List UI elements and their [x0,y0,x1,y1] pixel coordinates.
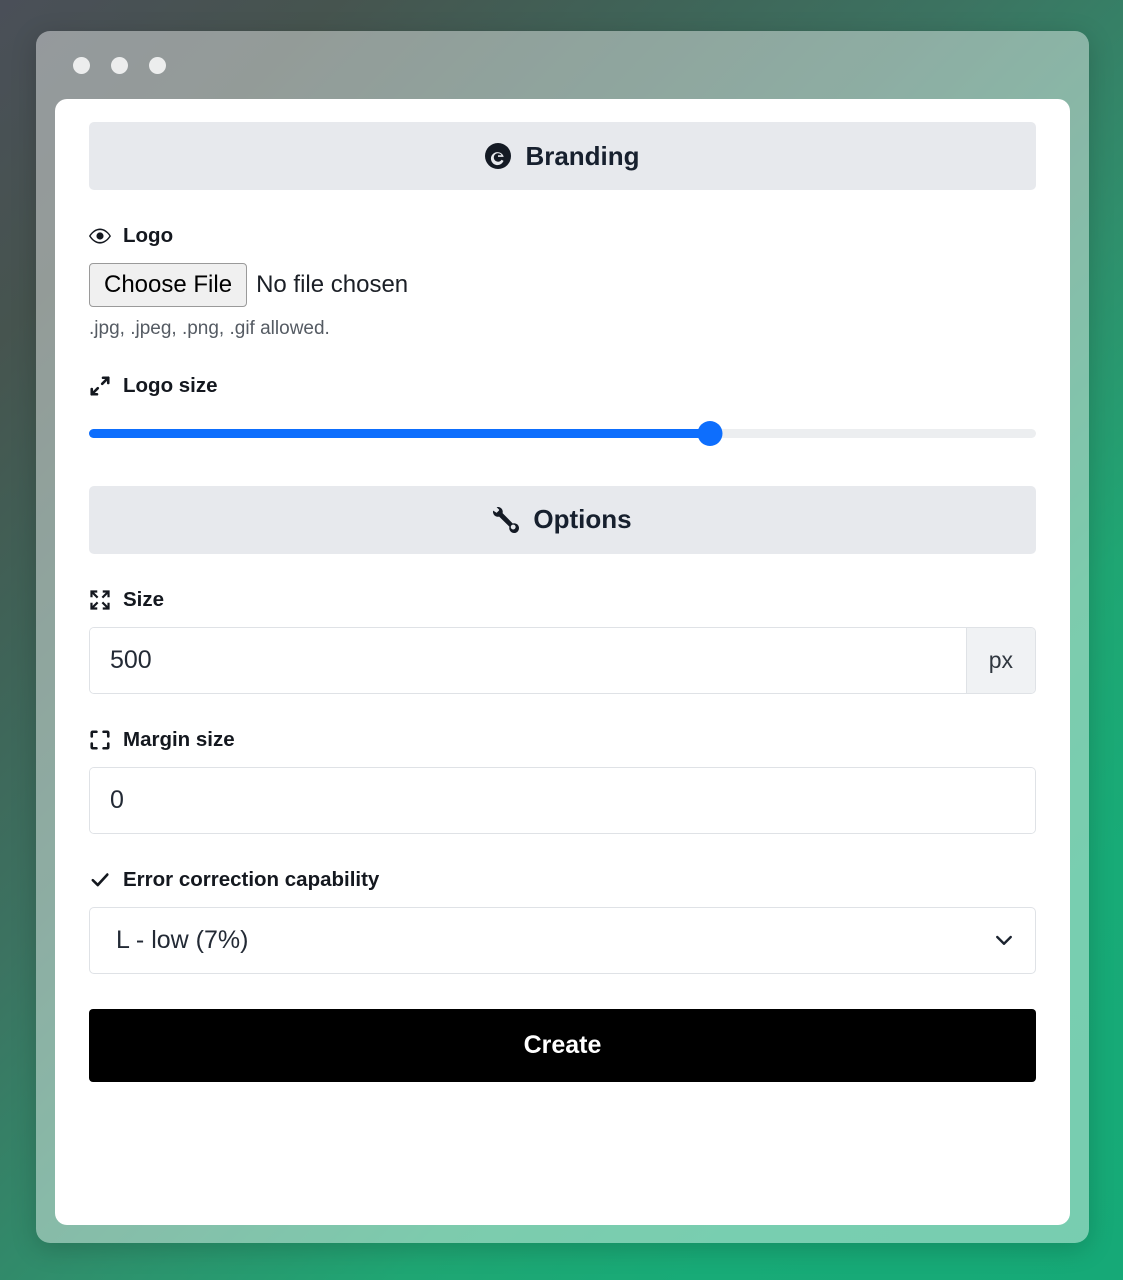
error-correction-field-label: Error correction capability [89,868,1036,892]
wrench-icon [493,506,520,533]
size-input-group: px [89,626,1036,694]
slider-thumb[interactable] [697,420,723,446]
slider-fill [89,428,711,438]
form-content: Branding Logo Choose File No file chosen… [55,99,1070,1082]
window-close-dot[interactable] [73,56,90,74]
choose-file-button[interactable]: Choose File [89,263,248,307]
file-status-text: No file chosen [256,270,409,298]
logo-file-input-row[interactable]: Choose File No file chosen [89,263,1036,307]
branding-section-header: Branding [89,122,1036,190]
size-unit-addon: px [965,627,1035,693]
error-correction-select-wrap[interactable]: L - low (7%) [89,906,1036,974]
error-correction-field: Error correction capability L - low (7%) [89,868,1036,974]
logo-size-label-text: Logo size [123,373,218,397]
error-correction-label-text: Error correction capability [123,867,380,891]
error-correction-select[interactable]: L - low (7%) [89,906,1036,974]
options-section-header: Options [89,485,1036,554]
logo-field-label: Logo [89,224,1036,248]
margin-size-input[interactable] [90,767,1035,833]
page-surface: Branding Logo Choose File No file chosen… [55,99,1070,1225]
margin-size-label-text: Margin size [123,727,235,751]
browser-window: Branding Logo Choose File No file chosen… [36,31,1089,1243]
copyright-badge-icon [485,143,512,169]
margin-size-field: Margin size [89,728,1036,834]
logo-help-text: .jpg, .jpeg, .png, .gif allowed. [89,317,330,339]
arrows-fullscreen-icon [89,589,111,611]
create-button[interactable]: Create [89,1008,1036,1082]
eye-icon [89,225,111,247]
margin-size-input-group [89,766,1036,834]
size-field: Size px [89,588,1036,694]
logo-label-text: Logo [123,224,174,247]
logo-size-slider-wrap [89,413,1036,446]
size-input[interactable] [90,627,966,693]
logo-size-field-label: Logo size [89,374,1036,398]
size-label-text: Size [123,587,165,611]
margin-size-field-label: Margin size [89,728,1036,752]
fullscreen-corners-icon [89,729,111,751]
logo-size-slider[interactable] [89,420,1036,446]
app-background: Branding Logo Choose File No file chosen… [0,0,1123,1280]
check-icon [89,869,111,891]
logo-size-field: Logo size [89,374,1036,446]
window-minimize-dot[interactable] [111,56,128,74]
window-maximize-dot[interactable] [149,56,166,74]
size-field-label: Size [89,588,1036,612]
options-section-title: Options [533,504,632,535]
logo-field: Logo Choose File No file chosen .jpg, .j… [89,224,1036,340]
window-titlebar [36,31,1089,99]
branding-section-title: Branding [525,140,640,171]
arrows-angle-expand-icon [89,375,111,397]
